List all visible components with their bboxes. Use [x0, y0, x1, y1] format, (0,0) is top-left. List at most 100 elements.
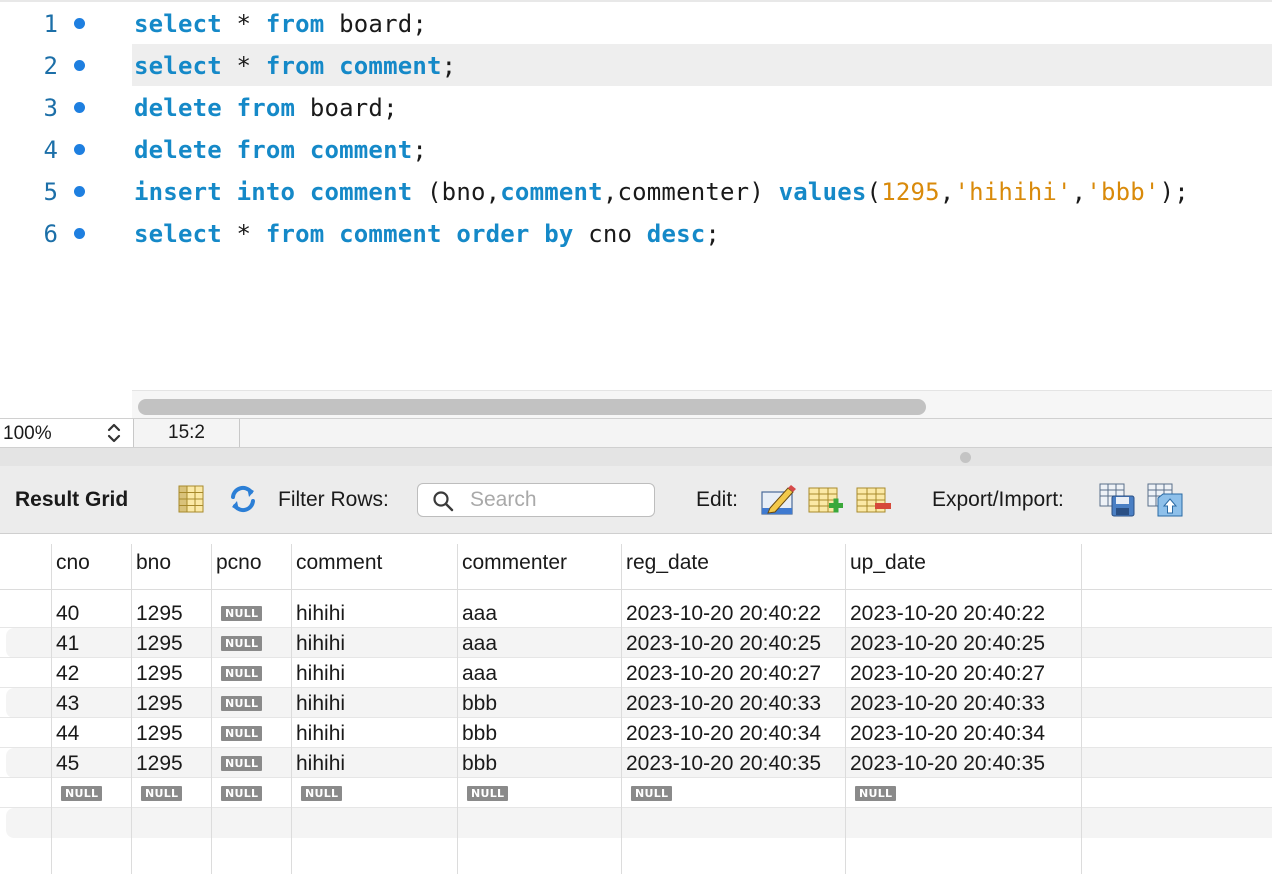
cell-reg-date[interactable]: 2023-10-20 20:40:34: [626, 722, 821, 746]
column-header-reg-date[interactable]: reg_date: [626, 551, 709, 575]
column-divider[interactable]: [51, 544, 52, 874]
cell-cno[interactable]: 43: [56, 692, 79, 716]
code-line[interactable]: 1 select * from board;: [0, 2, 1272, 44]
cell-up-date[interactable]: 2023-10-20 20:40:33: [850, 692, 1045, 716]
statement-marker-icon[interactable]: [74, 144, 85, 155]
code-text[interactable]: delete from comment;: [134, 135, 427, 165]
line-gutter[interactable]: 4: [0, 128, 132, 170]
null-badge[interactable]: NULL: [221, 666, 263, 681]
cell-commenter[interactable]: bbb: [462, 752, 497, 776]
code-line[interactable]: 6 select * from comment order by cno desc…: [0, 212, 1272, 254]
column-header-cno[interactable]: cno: [56, 551, 90, 575]
column-header-pcno[interactable]: pcno: [216, 551, 262, 575]
code-line[interactable]: 5 insert into comment (bno,comment,commen…: [0, 170, 1272, 212]
null-badge[interactable]: NULL: [467, 786, 509, 801]
column-divider[interactable]: [291, 544, 292, 874]
cell-bno[interactable]: 1295: [136, 722, 183, 746]
cell-comment[interactable]: hihihi: [296, 632, 345, 656]
panel-splitter[interactable]: [0, 448, 1272, 466]
cell-reg-date[interactable]: 2023-10-20 20:40:35: [626, 752, 821, 776]
zoom-select[interactable]: 100%: [0, 419, 134, 447]
cell-cno[interactable]: 45: [56, 752, 79, 776]
refresh-icon[interactable]: [226, 482, 260, 516]
export-icon[interactable]: [1098, 482, 1136, 518]
null-badge[interactable]: NULL: [855, 786, 897, 801]
cell-bno[interactable]: 1295: [136, 752, 183, 776]
code-line[interactable]: 4 delete from comment;: [0, 128, 1272, 170]
import-icon[interactable]: [1146, 482, 1184, 518]
cell-reg-date[interactable]: 2023-10-20 20:40:27: [626, 662, 821, 686]
filter-rows-input[interactable]: [470, 487, 650, 513]
statement-marker-icon[interactable]: [74, 186, 85, 197]
cell-bno[interactable]: 1295: [136, 662, 183, 686]
cell-reg-date[interactable]: 2023-10-20 20:40:33: [626, 692, 821, 716]
cell-up-date[interactable]: 2023-10-20 20:40:25: [850, 632, 1045, 656]
null-badge[interactable]: NULL: [301, 786, 343, 801]
horizontal-scrollbar[interactable]: [132, 390, 1272, 420]
sql-editor[interactable]: 1 select * from board; 2 select * from comm…: [0, 0, 1272, 420]
null-badge[interactable]: NULL: [221, 786, 263, 801]
line-gutter[interactable]: 3: [0, 86, 132, 128]
cell-commenter[interactable]: aaa: [462, 602, 497, 626]
cell-reg-date[interactable]: 2023-10-20 20:40:25: [626, 632, 821, 656]
cell-commenter[interactable]: aaa: [462, 662, 497, 686]
statement-marker-icon[interactable]: [74, 60, 85, 71]
delete-row-icon[interactable]: [855, 482, 893, 518]
cell-comment[interactable]: hihihi: [296, 662, 345, 686]
cell-commenter[interactable]: bbb: [462, 722, 497, 746]
statement-marker-icon[interactable]: [74, 102, 85, 113]
column-divider[interactable]: [1081, 544, 1082, 874]
code-text[interactable]: select * from comment order by cno desc;: [134, 219, 720, 249]
cell-up-date[interactable]: 2023-10-20 20:40:27: [850, 662, 1045, 686]
null-badge[interactable]: NULL: [61, 786, 103, 801]
column-header-up-date[interactable]: up_date: [850, 551, 926, 575]
code-line[interactable]: 2 select * from comment;: [0, 44, 1272, 86]
cell-cno[interactable]: 40: [56, 602, 79, 626]
null-badge[interactable]: NULL: [221, 756, 263, 771]
code-text[interactable]: insert into comment (bno,comment,comment…: [134, 177, 1189, 207]
cell-cno[interactable]: 41: [56, 632, 79, 656]
scrollbar-thumb[interactable]: [138, 399, 926, 415]
column-divider[interactable]: [211, 544, 212, 874]
code-text[interactable]: select * from board;: [134, 9, 427, 39]
code-text[interactable]: delete from board;: [134, 93, 398, 123]
cell-bno[interactable]: 1295: [136, 692, 183, 716]
cell-cno[interactable]: 44: [56, 722, 79, 746]
column-divider[interactable]: [131, 544, 132, 874]
cell-comment[interactable]: hihihi: [296, 602, 345, 626]
cell-up-date[interactable]: 2023-10-20 20:40:34: [850, 722, 1045, 746]
cell-commenter[interactable]: bbb: [462, 692, 497, 716]
filter-search-box[interactable]: [417, 483, 655, 517]
null-badge[interactable]: NULL: [221, 726, 263, 741]
line-gutter[interactable]: 2: [0, 44, 132, 86]
cell-up-date[interactable]: 2023-10-20 20:40:35: [850, 752, 1045, 776]
line-gutter[interactable]: 6: [0, 212, 132, 254]
splitter-handle[interactable]: [960, 452, 971, 463]
code-line[interactable]: 3 delete from board;: [0, 86, 1272, 128]
line-gutter[interactable]: 5: [0, 170, 132, 212]
cell-reg-date[interactable]: 2023-10-20 20:40:22: [626, 602, 821, 626]
cell-cno[interactable]: 42: [56, 662, 79, 686]
cell-up-date[interactable]: 2023-10-20 20:40:22: [850, 602, 1045, 626]
column-header-bno[interactable]: bno: [136, 551, 171, 575]
column-divider[interactable]: [457, 544, 458, 874]
line-gutter[interactable]: 1: [0, 2, 132, 44]
cell-commenter[interactable]: aaa: [462, 632, 497, 656]
column-header-comment[interactable]: comment: [296, 551, 382, 575]
cell-comment[interactable]: hihihi: [296, 722, 345, 746]
cell-bno[interactable]: 1295: [136, 602, 183, 626]
null-badge[interactable]: NULL: [221, 636, 263, 651]
column-divider[interactable]: [845, 544, 846, 874]
null-badge[interactable]: NULL: [221, 696, 263, 711]
cell-comment[interactable]: hihihi: [296, 752, 345, 776]
grid-layout-icon[interactable]: [174, 482, 208, 516]
cell-comment[interactable]: hihihi: [296, 692, 345, 716]
statement-marker-icon[interactable]: [74, 228, 85, 239]
code-text[interactable]: select * from comment;: [134, 51, 456, 81]
null-badge[interactable]: NULL: [221, 606, 263, 621]
column-header-commenter[interactable]: commenter: [462, 551, 567, 575]
statement-marker-icon[interactable]: [74, 18, 85, 29]
chevron-up-down-icon[interactable]: [104, 420, 124, 446]
null-badge[interactable]: NULL: [141, 786, 183, 801]
result-grid[interactable]: 40 1295 NULL hihihi aaa 2023-10-20 20:40:22 20…: [0, 534, 1272, 874]
